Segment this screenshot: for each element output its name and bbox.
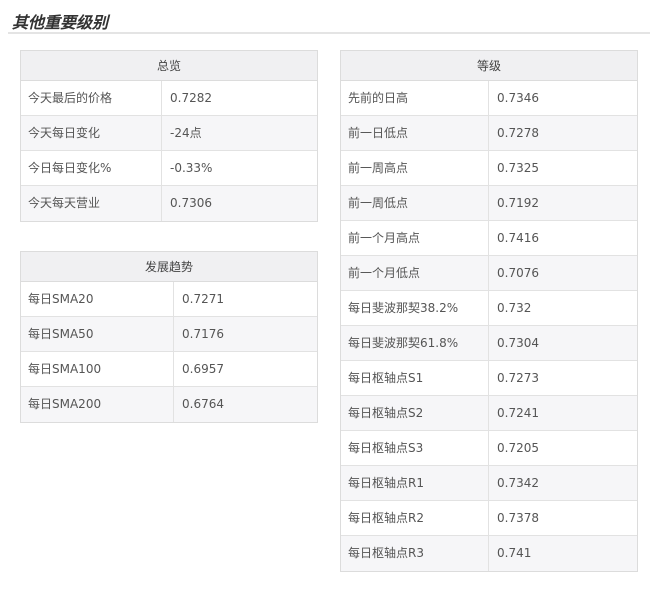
table-row: 前一周高点 0.7325	[341, 151, 637, 186]
row-label: 每日枢轴点S2	[341, 396, 489, 430]
row-label: 前一个月低点	[341, 256, 489, 290]
table-row: 每日枢轴点R3 0.741	[341, 536, 637, 571]
row-value: 0.6957	[182, 362, 224, 376]
row-label: 每日枢轴点S3	[341, 431, 489, 465]
row-label: 今天每天营业	[21, 186, 162, 221]
table-row: 前一日低点 0.7278	[341, 116, 637, 151]
table-row: 每日SMA200 0.6764	[21, 387, 317, 422]
row-label: 每日枢轴点S1	[341, 361, 489, 395]
table-row: 先前的日高 0.7346	[341, 81, 637, 116]
page-header: 其他重要级别	[8, 6, 650, 34]
table-row: 前一个月低点 0.7076	[341, 256, 637, 291]
row-label: 每日SMA20	[21, 282, 174, 316]
row-value: 0.7192	[497, 196, 539, 210]
row-label: 每日SMA50	[21, 317, 174, 351]
table-row: 前一个月高点 0.7416	[341, 221, 637, 256]
row-value: 0.7416	[497, 231, 539, 245]
row-label: 前一日低点	[341, 116, 489, 150]
table-row: 每日斐波那契61.8% 0.7304	[341, 326, 637, 361]
row-label: 前一个月高点	[341, 221, 489, 255]
table-row: 今天每天营业 0.7306	[21, 186, 317, 221]
row-value: 0.7076	[497, 266, 539, 280]
row-value: 0.7346	[497, 91, 539, 105]
row-value: 0.7282	[170, 91, 212, 105]
levels-panel: 等级 先前的日高 0.7346 前一日低点 0.7278 前一周高点 0.732…	[340, 50, 638, 572]
table-row: 每日SMA50 0.7176	[21, 317, 317, 352]
row-label: 今天每日变化	[21, 116, 162, 150]
row-value: 0.7325	[497, 161, 539, 175]
table-row: 每日SMA20 0.7271	[21, 282, 317, 317]
table-row: 每日枢轴点R2 0.7378	[341, 501, 637, 536]
page-title: 其他重要级别	[12, 13, 109, 32]
table-row: 今天每日变化 -24点	[21, 116, 317, 151]
row-value: 0.7176	[182, 327, 224, 341]
row-label: 每日枢轴点R3	[341, 536, 489, 571]
trend-panel: 发展趋势 每日SMA20 0.7271 每日SMA50 0.7176 每日SMA…	[20, 251, 318, 423]
row-label: 每日SMA100	[21, 352, 174, 386]
table-row: 每日斐波那契38.2% 0.732	[341, 291, 637, 326]
row-value: 0.7271	[182, 292, 224, 306]
row-value: 0.7205	[497, 441, 539, 455]
row-label: 每日枢轴点R1	[341, 466, 489, 500]
table-row: 每日枢轴点R1 0.7342	[341, 466, 637, 501]
overview-panel: 总览 今天最后的价格 0.7282 今天每日变化 -24点 今日每日变化% -0…	[20, 50, 318, 222]
table-row: 每日枢轴点S2 0.7241	[341, 396, 637, 431]
row-label: 每日斐波那契38.2%	[341, 291, 489, 325]
row-value: 0.732	[497, 301, 532, 315]
trend-panel-title: 发展趋势	[21, 252, 317, 282]
row-label: 前一周低点	[341, 186, 489, 220]
row-value: 0.7306	[170, 196, 212, 210]
table-row: 每日枢轴点S3 0.7205	[341, 431, 637, 466]
row-label: 先前的日高	[341, 81, 489, 115]
row-value: -0.33%	[170, 161, 213, 175]
row-label: 每日斐波那契61.8%	[341, 326, 489, 360]
table-row: 今日每日变化% -0.33%	[21, 151, 317, 186]
row-value: 0.7378	[497, 511, 539, 525]
table-row: 今天最后的价格 0.7282	[21, 81, 317, 116]
row-label: 今天最后的价格	[21, 81, 162, 115]
table-row: 每日SMA100 0.6957	[21, 352, 317, 387]
row-label: 每日SMA200	[21, 387, 174, 422]
row-value: 0.7241	[497, 406, 539, 420]
row-value: 0.7278	[497, 126, 539, 140]
row-value: 0.741	[497, 546, 532, 560]
row-label: 前一周高点	[341, 151, 489, 185]
row-value: 0.7304	[497, 336, 539, 350]
row-value: 0.7342	[497, 476, 539, 490]
overview-panel-title: 总览	[21, 51, 317, 81]
table-row: 前一周低点 0.7192	[341, 186, 637, 221]
table-row: 每日枢轴点S1 0.7273	[341, 361, 637, 396]
row-value: 0.6764	[182, 397, 224, 411]
row-label: 每日枢轴点R2	[341, 501, 489, 535]
row-label: 今日每日变化%	[21, 151, 162, 185]
levels-panel-title: 等级	[341, 51, 637, 81]
row-value: 0.7273	[497, 371, 539, 385]
row-value: -24点	[170, 126, 202, 140]
